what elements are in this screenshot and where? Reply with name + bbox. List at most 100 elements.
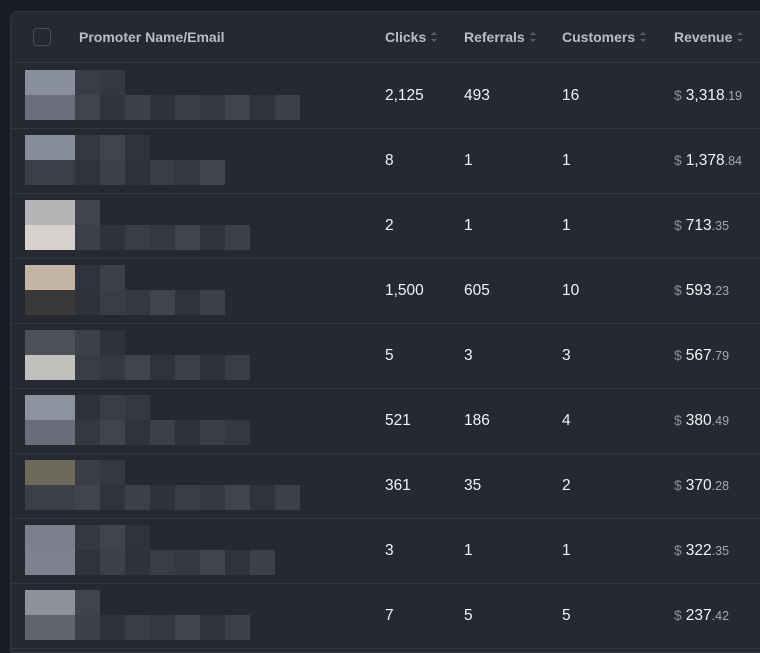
column-header-revenue-label: Revenue bbox=[674, 29, 733, 45]
referrals-value: 1 bbox=[464, 152, 473, 169]
table-row[interactable]: 361 35 2 $370.28 bbox=[11, 453, 760, 519]
promoter-name-redacted bbox=[125, 395, 150, 420]
promoter-name-redacted bbox=[75, 265, 100, 290]
promoter-email-redacted bbox=[100, 550, 125, 575]
currency-symbol: $ bbox=[674, 152, 682, 168]
avatar bbox=[25, 330, 75, 355]
revenue-integer: 593 bbox=[685, 282, 712, 299]
promoter-email-redacted bbox=[150, 95, 175, 120]
promoter-redacted bbox=[25, 135, 335, 189]
promoter-email-redacted bbox=[125, 550, 150, 575]
customers-value: 4 bbox=[562, 412, 571, 429]
promoter-email-redacted bbox=[150, 550, 175, 575]
avatar bbox=[25, 135, 75, 160]
referrals-value: 35 bbox=[464, 477, 482, 494]
table-row[interactable]: 2,125 493 16 $3,318.19 bbox=[11, 63, 760, 129]
referrals-value: 5 bbox=[464, 607, 473, 624]
customers-value: 16 bbox=[562, 87, 580, 104]
table-row[interactable]: 1,500 605 10 $593.23 bbox=[11, 258, 760, 324]
promoter-name-redacted bbox=[100, 265, 125, 290]
promoter-email-redacted bbox=[100, 615, 125, 640]
table-row[interactable]: 2 1 1 $713.35 bbox=[11, 193, 760, 259]
promoter-name-redacted bbox=[75, 70, 100, 95]
promoter-email-redacted bbox=[200, 615, 225, 640]
promoter-email-redacted bbox=[225, 355, 250, 380]
revenue-value: $567.79 bbox=[674, 347, 729, 365]
sort-icon bbox=[737, 32, 744, 43]
sort-icon bbox=[529, 32, 536, 43]
promoters-table: Promoter Name/Email Clicks Referrals Cus… bbox=[10, 11, 760, 653]
currency-symbol: $ bbox=[674, 607, 682, 623]
column-header-customers[interactable]: Customers bbox=[562, 29, 647, 45]
promoter-name-redacted bbox=[100, 460, 125, 485]
revenue-value: $713.35 bbox=[674, 217, 729, 235]
column-header-revenue[interactable]: Revenue bbox=[674, 29, 744, 45]
promoter-email-redacted bbox=[125, 420, 150, 445]
promoter-email-redacted bbox=[200, 485, 225, 510]
clicks-value: 5 bbox=[385, 347, 394, 364]
promoter-email-redacted bbox=[225, 485, 250, 510]
avatar bbox=[25, 485, 75, 510]
clicks-value: 361 bbox=[385, 477, 411, 494]
column-header-referrals[interactable]: Referrals bbox=[464, 29, 536, 45]
promoter-name-redacted bbox=[75, 460, 100, 485]
revenue-integer: 370 bbox=[685, 477, 712, 494]
table-row[interactable]: 5 3 3 $567.79 bbox=[11, 323, 760, 389]
promoter-email-redacted bbox=[125, 355, 150, 380]
promoter-name-redacted bbox=[75, 330, 100, 355]
revenue-integer: 713 bbox=[685, 217, 712, 234]
promoter-email-redacted bbox=[225, 225, 250, 250]
currency-symbol: $ bbox=[674, 282, 682, 298]
promoter-email-redacted bbox=[200, 355, 225, 380]
avatar bbox=[25, 70, 75, 95]
revenue-integer: 1,378 bbox=[685, 152, 725, 169]
promoter-email-redacted bbox=[175, 485, 200, 510]
avatar bbox=[25, 95, 75, 120]
revenue-value: $237.42 bbox=[674, 607, 729, 625]
promoter-redacted bbox=[25, 460, 335, 514]
promoter-email-redacted bbox=[175, 95, 200, 120]
table-row[interactable]: 521 186 4 $380.49 bbox=[11, 388, 760, 454]
promoter-email-redacted bbox=[275, 95, 300, 120]
table-row[interactable]: 7 5 5 $237.42 bbox=[11, 583, 760, 649]
promoter-redacted bbox=[25, 395, 335, 449]
revenue-value: $1,378.84 bbox=[674, 152, 742, 170]
referrals-value: 1 bbox=[464, 542, 473, 559]
revenue-decimal: .35 bbox=[711, 544, 730, 558]
promoter-name-redacted bbox=[100, 525, 125, 550]
currency-symbol: $ bbox=[674, 87, 682, 103]
avatar bbox=[25, 225, 75, 250]
avatar bbox=[25, 200, 75, 225]
referrals-value: 3 bbox=[464, 347, 473, 364]
promoter-email-redacted bbox=[75, 355, 100, 380]
select-all-checkbox[interactable] bbox=[33, 28, 51, 46]
promoter-email-redacted bbox=[150, 420, 175, 445]
revenue-value: $3,318.19 bbox=[674, 87, 742, 105]
promoter-email-redacted bbox=[200, 225, 225, 250]
avatar bbox=[25, 525, 75, 550]
promoter-email-redacted bbox=[225, 615, 250, 640]
clicks-value: 7 bbox=[385, 607, 394, 624]
promoter-name-redacted bbox=[125, 135, 150, 160]
table-row[interactable]: 8 1 1 $1,378.84 bbox=[11, 128, 760, 194]
revenue-value: $322.35 bbox=[674, 542, 729, 560]
revenue-decimal: .35 bbox=[711, 219, 730, 233]
promoter-email-redacted bbox=[175, 225, 200, 250]
avatar bbox=[25, 160, 75, 185]
customers-value: 3 bbox=[562, 347, 571, 364]
table-row[interactable]: 3 1 1 $322.35 bbox=[11, 518, 760, 584]
column-header-clicks[interactable]: Clicks bbox=[385, 29, 438, 45]
column-header-promoter[interactable]: Promoter Name/Email bbox=[79, 29, 225, 45]
promoter-email-redacted bbox=[125, 615, 150, 640]
promoter-email-redacted bbox=[100, 225, 125, 250]
promoter-email-redacted bbox=[250, 485, 275, 510]
revenue-decimal: .19 bbox=[724, 89, 742, 103]
promoter-email-redacted bbox=[200, 95, 225, 120]
promoter-email-redacted bbox=[100, 355, 125, 380]
promoter-email-redacted bbox=[175, 290, 200, 315]
promoter-email-redacted bbox=[225, 550, 250, 575]
promoter-email-redacted bbox=[125, 290, 150, 315]
clicks-value: 8 bbox=[385, 152, 394, 169]
revenue-decimal: .49 bbox=[711, 414, 730, 428]
revenue-value: $380.49 bbox=[674, 412, 729, 430]
